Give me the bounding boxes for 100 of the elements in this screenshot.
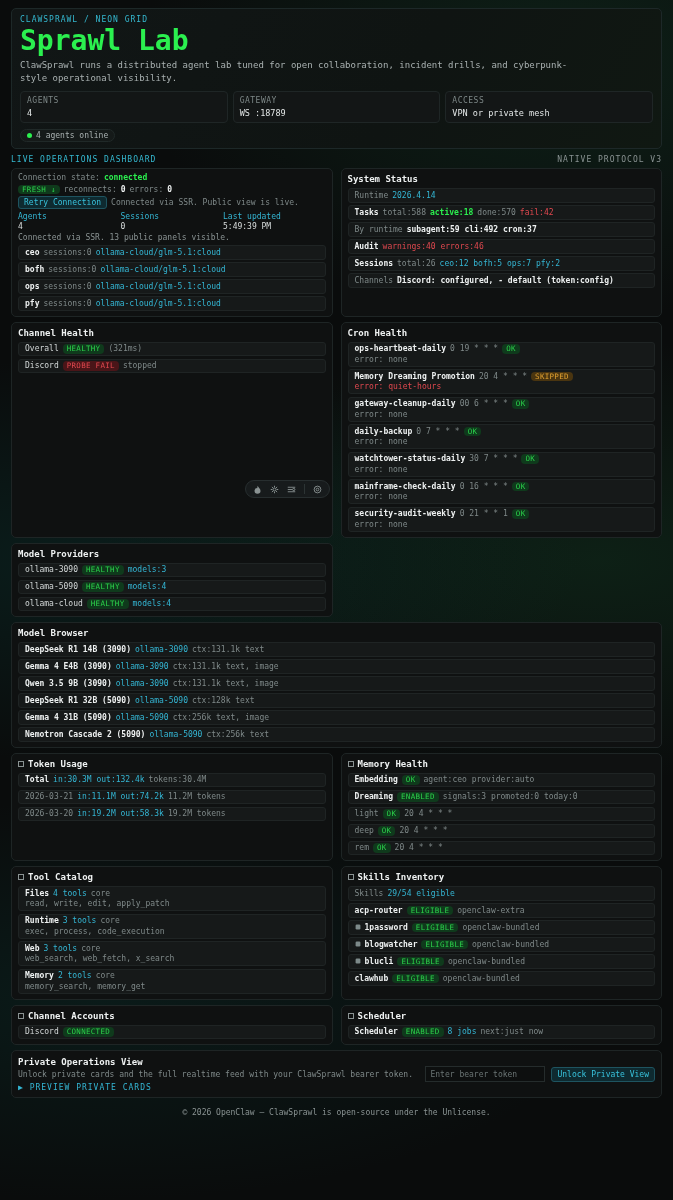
- row-label: ollama-cloud: [25, 599, 83, 609]
- row-detail: Runtime: [354, 190, 389, 200]
- row-label: Discord: [25, 361, 59, 371]
- stat-value: 4: [27, 108, 34, 118]
- row-detail: ctx:131.1k text: [191, 644, 265, 654]
- token-field[interactable]: Enter bearer token: [425, 1066, 546, 1082]
- row-value: ollama-cloud/glm-5.1:cloud: [95, 298, 221, 308]
- row-detail: 0 7 * * *: [416, 426, 460, 436]
- row-label: ceo: [25, 247, 40, 257]
- row-detail: next:just now: [480, 1027, 544, 1037]
- stat-value: 4: [18, 222, 24, 231]
- row-value: 8 jobs: [447, 1027, 477, 1037]
- row-label: Tasks: [354, 207, 379, 217]
- row-detail: 19.2M tokens: [167, 809, 226, 819]
- skill-icon: [354, 924, 361, 931]
- row-value: ollama-3090: [134, 644, 188, 654]
- bullet-icon: [347, 1012, 354, 1019]
- unlock-button[interactable]: Unlock Private View: [551, 1066, 655, 1082]
- row-value: 2 tools: [57, 971, 92, 981]
- status-text: connected: [103, 173, 148, 183]
- row-label: ollama-3090: [25, 565, 78, 575]
- row-detail: done:570: [477, 207, 516, 217]
- online-text: 4 agents online: [36, 131, 109, 140]
- row-detail: deep: [354, 826, 374, 836]
- row-value: models:3: [127, 565, 167, 575]
- panel-title: System Status: [347, 173, 418, 185]
- row-value: 3 tools: [43, 943, 78, 953]
- row-detail: error: none: [354, 354, 408, 364]
- bullet-icon: [347, 760, 354, 767]
- panel-title: Skills Inventory: [357, 871, 445, 883]
- row-detail: openclaw-bundled: [462, 922, 540, 932]
- row-detail: Skills: [354, 888, 384, 898]
- row-detail: Channels: [354, 275, 394, 285]
- sliders-icon[interactable]: [287, 484, 296, 494]
- row-detail: ctx:131.1k text, image: [172, 661, 279, 671]
- brand-label: CLAWSPRAWL / NEON GRID: [20, 15, 149, 24]
- flame-icon[interactable]: [253, 484, 262, 494]
- row-detail: error: none: [354, 464, 408, 474]
- stat-value: 0: [120, 222, 127, 231]
- row-label: 1password: [364, 922, 408, 932]
- error-text: warnings:40 errors:46: [382, 241, 484, 251]
- settings-icon[interactable]: [313, 484, 322, 494]
- row-label: blogwatcher: [364, 939, 418, 949]
- row-label: ops: [25, 281, 40, 291]
- description: ClawSprawl runs a distributed agent lab tuned for open collaboration, incident drills, and cyberpunk-style operational visibility.: [20, 59, 569, 85]
- bullet-icon: [18, 874, 24, 880]
- row-detail: 2026-03-20: [25, 809, 74, 819]
- row-detail: error: none: [354, 492, 408, 502]
- row-detail: error: none: [354, 409, 408, 419]
- panel-title: Token Usage: [28, 757, 88, 770]
- row-detail: total:588: [382, 207, 426, 217]
- stat-label: Last updated: [223, 212, 282, 221]
- row-value: models:4: [127, 582, 167, 592]
- row-detail: sessions:0: [43, 247, 92, 257]
- gear-icon[interactable]: [270, 484, 279, 494]
- row-value: 29/54 eligible: [387, 888, 455, 898]
- status-text: active:18: [429, 207, 474, 217]
- row-value: ollama-3090: [115, 661, 169, 671]
- row-value: ollama-5090: [115, 712, 169, 722]
- row-detail: reconnects:: [63, 184, 117, 194]
- stat-value: 5:49:39 PM: [223, 222, 273, 231]
- row-detail: error: none: [354, 437, 408, 447]
- row-detail: 30 7 * * *: [469, 454, 518, 464]
- row-detail: 20 4 * * *: [478, 371, 528, 381]
- skill-icon: [354, 941, 361, 948]
- row-label: Discord: [25, 1027, 59, 1037]
- row-detail: openclaw-extra: [457, 905, 525, 915]
- row-value: ceo:12 bofh:5 ops:7 pfy:2: [439, 258, 560, 268]
- row-detail: error: none: [354, 519, 408, 529]
- row-label: acp-router: [354, 905, 403, 915]
- row-value: ollama-cloud/glm-5.1:cloud: [100, 264, 226, 274]
- private-description: Unlock private cards and the full realtime feed with your ClawSprawl bearer token.: [18, 1070, 414, 1079]
- connection-note: Connected via SSR. Public view is live.: [111, 197, 299, 208]
- row-detail: agent:ceo provider:auto: [423, 775, 535, 785]
- row-label: bofh: [25, 264, 45, 274]
- retry-button[interactable]: Retry Connection: [18, 196, 108, 209]
- panel-title: Channel Health: [18, 326, 94, 339]
- row-label: Sessions: [354, 258, 394, 268]
- panel-title: Memory Health: [357, 757, 428, 770]
- stat-label: AGENTS: [27, 96, 60, 105]
- row-label: DeepSeek R1 32B (5090): [25, 695, 131, 705]
- row-detail: 20 4 * * *: [399, 826, 448, 836]
- row-label: Gemma 4 31B (5090): [25, 712, 112, 722]
- row-label: Memory Dreaming Promotion: [354, 371, 475, 381]
- row-label: ollama-5090: [25, 582, 78, 592]
- row-label: Web: [25, 943, 40, 953]
- row-label: Discord: configured, - default (token:config): [397, 275, 614, 285]
- panel-title: Channel Accounts: [28, 1009, 115, 1022]
- row-detail: Connection state:: [18, 173, 100, 183]
- row-label: Files: [25, 888, 50, 898]
- row-detail: openclaw-bundled: [442, 973, 520, 983]
- row-label: Runtime: [25, 916, 59, 926]
- row-label: DeepSeek R1 14B (3090): [25, 644, 131, 654]
- stat-value: WS :18789: [239, 108, 287, 118]
- row-detail: sessions:0: [43, 281, 92, 291]
- error-text: error: quiet-hours: [354, 382, 442, 392]
- preview-link[interactable]: ▶ PREVIEW PRIVATE CARDS: [18, 1083, 420, 1092]
- row-detail: ctx:128k text: [191, 695, 255, 705]
- bullet-icon: [347, 874, 354, 880]
- row-detail: sessions:0: [43, 298, 92, 308]
